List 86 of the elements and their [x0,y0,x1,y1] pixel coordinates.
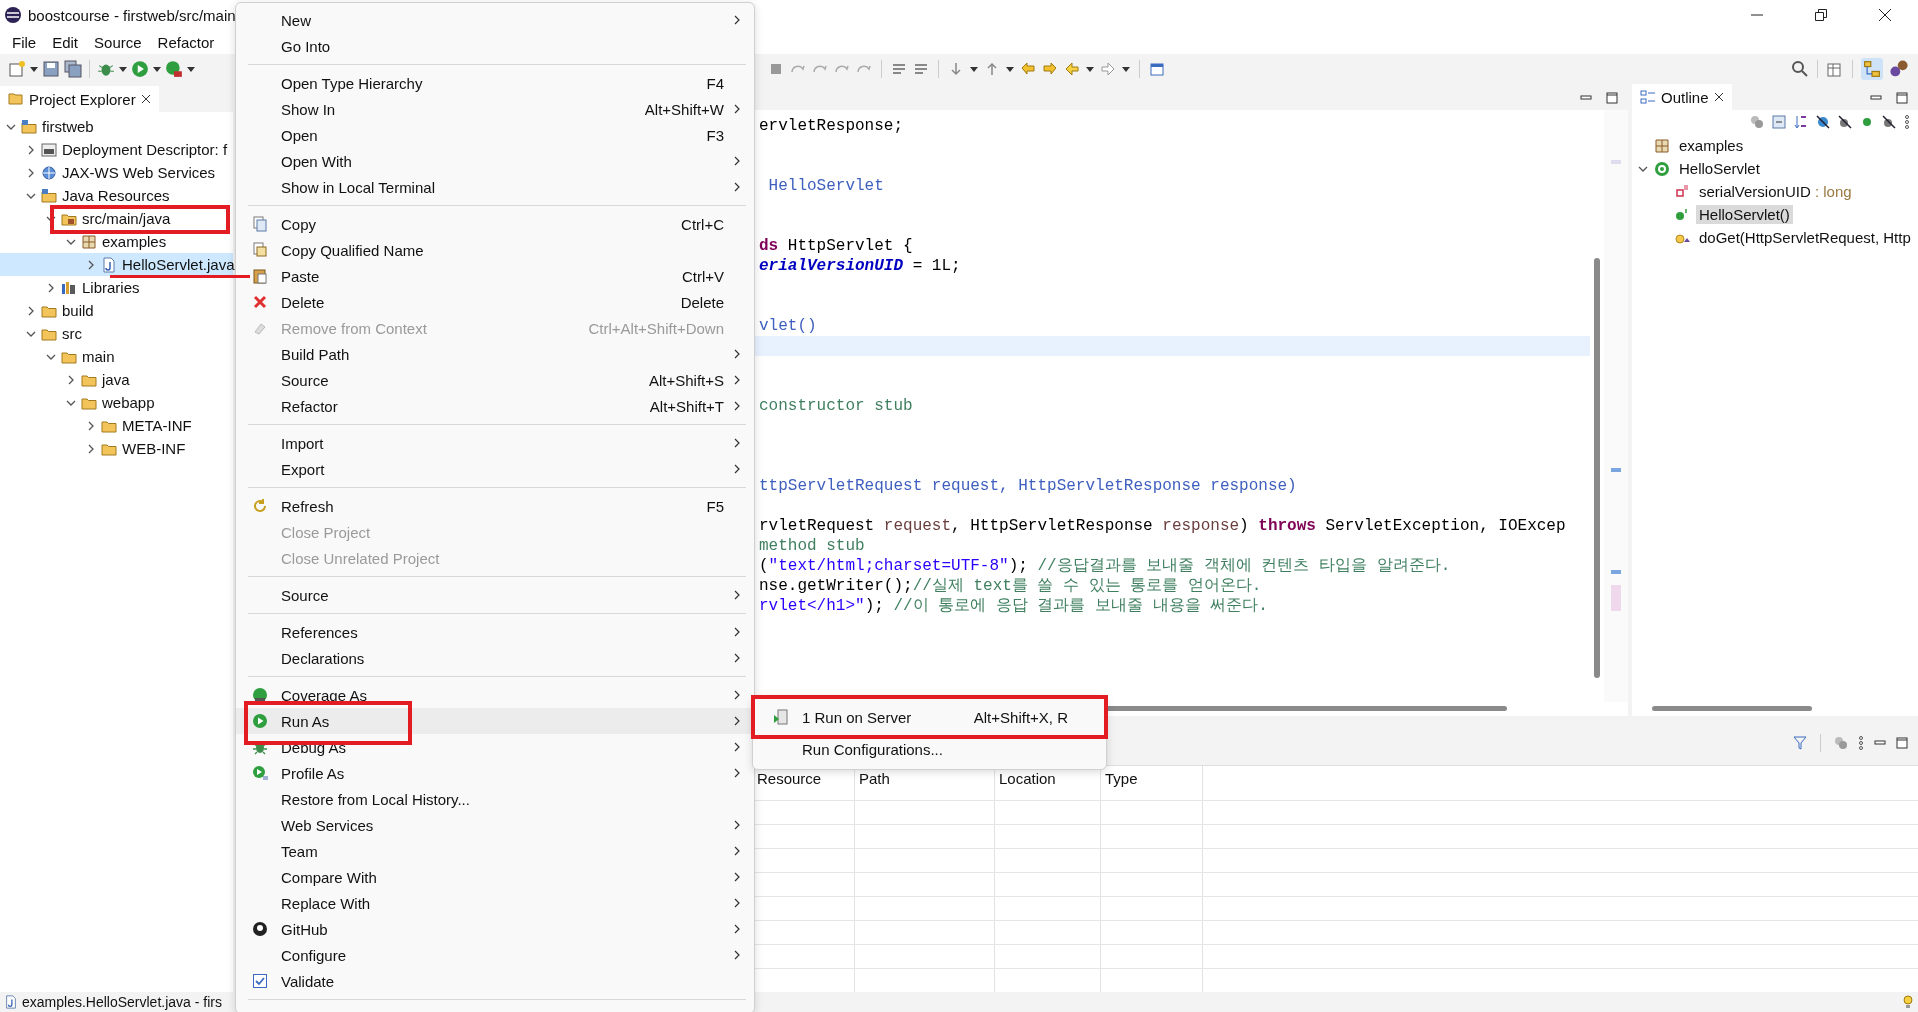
menu-item[interactable]: Import [236,430,754,456]
shortcut-text: Ctrl+V [681,267,724,285]
menu-item[interactable]: Restore from Local History... [236,786,754,812]
tree-item[interactable]: Java Resources [0,184,233,207]
menu-item[interactable]: Delete Delete [236,289,754,315]
outline-item[interactable]: doGet(HttpServletRequest, Http [1696,228,1914,247]
menu-item[interactable]: Export [236,456,754,482]
tree-item[interactable]: examples [0,230,233,253]
shortcut-text: F3 [706,126,724,144]
tree-item[interactable]: firstweb [0,115,233,138]
menu-item[interactable]: Source [236,582,754,608]
shortcut-text: Delete [680,293,724,311]
menu-bar-item[interactable]: Edit [44,33,87,51]
menu-item[interactable]: Show in Local Terminal [236,174,754,200]
menu-item[interactable]: New [236,7,754,33]
tree-item[interactable]: src/main/java [0,207,233,230]
shortcut-text: Alt+Shift+T [649,397,724,415]
code-line: ervletResponse; [759,116,905,136]
menu-item[interactable]: Show In Alt+Shift+W [236,96,754,122]
menu-item[interactable]: Refactor Alt+Shift+T [236,393,754,419]
menu-item[interactable]: Replace With [236,890,754,916]
menu-item[interactable]: Copy Ctrl+C [236,211,754,237]
tree-item[interactable]: META-INF [0,414,233,437]
menu-item[interactable]: Run As [236,708,754,734]
menu-item[interactable]: Configure [236,942,754,968]
outline-item[interactable]: serialVersionUID : long [1696,182,1855,201]
menu-item[interactable]: Build Path [236,341,754,367]
menu-item[interactable]: Team [236,838,754,864]
menu-item[interactable]: Go Into [236,33,754,59]
tree-item[interactable]: Libraries [0,276,233,299]
menu-item[interactable]: Web Services [236,812,754,838]
tree-item[interactable]: src [0,322,233,345]
code-line: ds HttpServlet { [759,236,914,256]
code-line: vlet() [759,316,818,336]
code-line: erialVersionUID = 1L; [759,256,962,276]
tree-item[interactable]: JAX-WS Web Services [0,161,233,184]
code-line: rvletRequest request, HttpServletResponse response) throws ServletException, IOExcep [759,516,1567,536]
view-tab[interactable]: Project Explorer [0,86,159,112]
code-line: method stub [759,536,866,556]
code-line: HelloServlet [767,176,885,196]
status-text: examples.HelloServlet.java - firs [22,994,222,1010]
shortcut-text: Alt+Shift+S [648,371,724,389]
shortcut-text: Alt+Shift+X, R [973,708,1068,726]
menu-bar-item[interactable]: Source [86,33,150,51]
menu-item[interactable]: Open Type Hierarchy F4 [236,70,754,96]
menu-bar-item[interactable]: File [4,33,45,51]
view-title: Outline [1661,88,1709,106]
shortcut-text: F5 [706,497,724,515]
menu-bar-item[interactable]: Refactor [149,33,223,51]
outline-item[interactable]: examples [1676,136,1747,155]
window-title: boostcourse - firstweb/src/main [28,6,236,24]
tree-item[interactable]: Deployment Descriptor: f [0,138,233,161]
menu-item[interactable]: Source Alt+Shift+S [236,367,754,393]
menu-item[interactable]: Validate [236,968,754,994]
code-line: constructor stub [759,396,914,416]
menu-item[interactable]: Open With [236,148,754,174]
shortcut-text: Ctrl+C [681,215,724,233]
menu-item[interactable]: Run Configurations... [757,733,1102,765]
shortcut-text: F4 [706,74,724,92]
code-line: ttpServletRequest request, HttpServletResponse response) [759,476,1298,496]
view-title: Project Explorer [29,90,136,108]
shortcut-text: Alt+Shift+W [644,100,724,118]
outline-item[interactable]: HelloServlet [1676,159,1763,178]
menu-item[interactable]: References [236,619,754,645]
menu-item[interactable]: Open F3 [236,122,754,148]
menu-item[interactable]: Coverage As [236,682,754,708]
menu-item[interactable]: Declarations [236,645,754,671]
menu-item[interactable]: Refresh F5 [236,493,754,519]
menu-item[interactable]: GitHub [236,916,754,942]
code-line: rvlet</h1>"); //이 통로에 응답 결과를 보내줄 내용을 써준다. [759,596,1269,616]
outline-item[interactable]: HelloServlet() [1696,205,1793,224]
tree-item[interactable]: WEB-INF [0,437,233,460]
menu-item[interactable]: Copy Qualified Name [236,237,754,263]
menu-item[interactable]: 1 Run on Server Alt+Shift+X, R [757,701,1102,733]
tree-item[interactable]: webapp [0,391,233,414]
code-line: nse.getWriter();//실제 text를 쓸 수 있는 통로를 얻어온다. [759,576,1263,596]
view-tab[interactable]: Outline [1632,84,1732,110]
menu-item[interactable]: Compare With [236,864,754,890]
tree-item[interactable]: java [0,368,233,391]
shortcut-text: Ctrl+Alt+Shift+Down [588,319,724,337]
menu-item[interactable]: Profile As [236,760,754,786]
tree-item[interactable]: main [0,345,233,368]
tree-item[interactable]: build [0,299,233,322]
menu-item[interactable]: Paste Ctrl+V [236,263,754,289]
tree-item[interactable]: HelloServlet.java [0,253,233,276]
code-line: ("text/html;charset=UTF-8"); //응답결과를 보내줄 객체에 컨텐츠 타입을 알려준다. [759,556,1452,576]
